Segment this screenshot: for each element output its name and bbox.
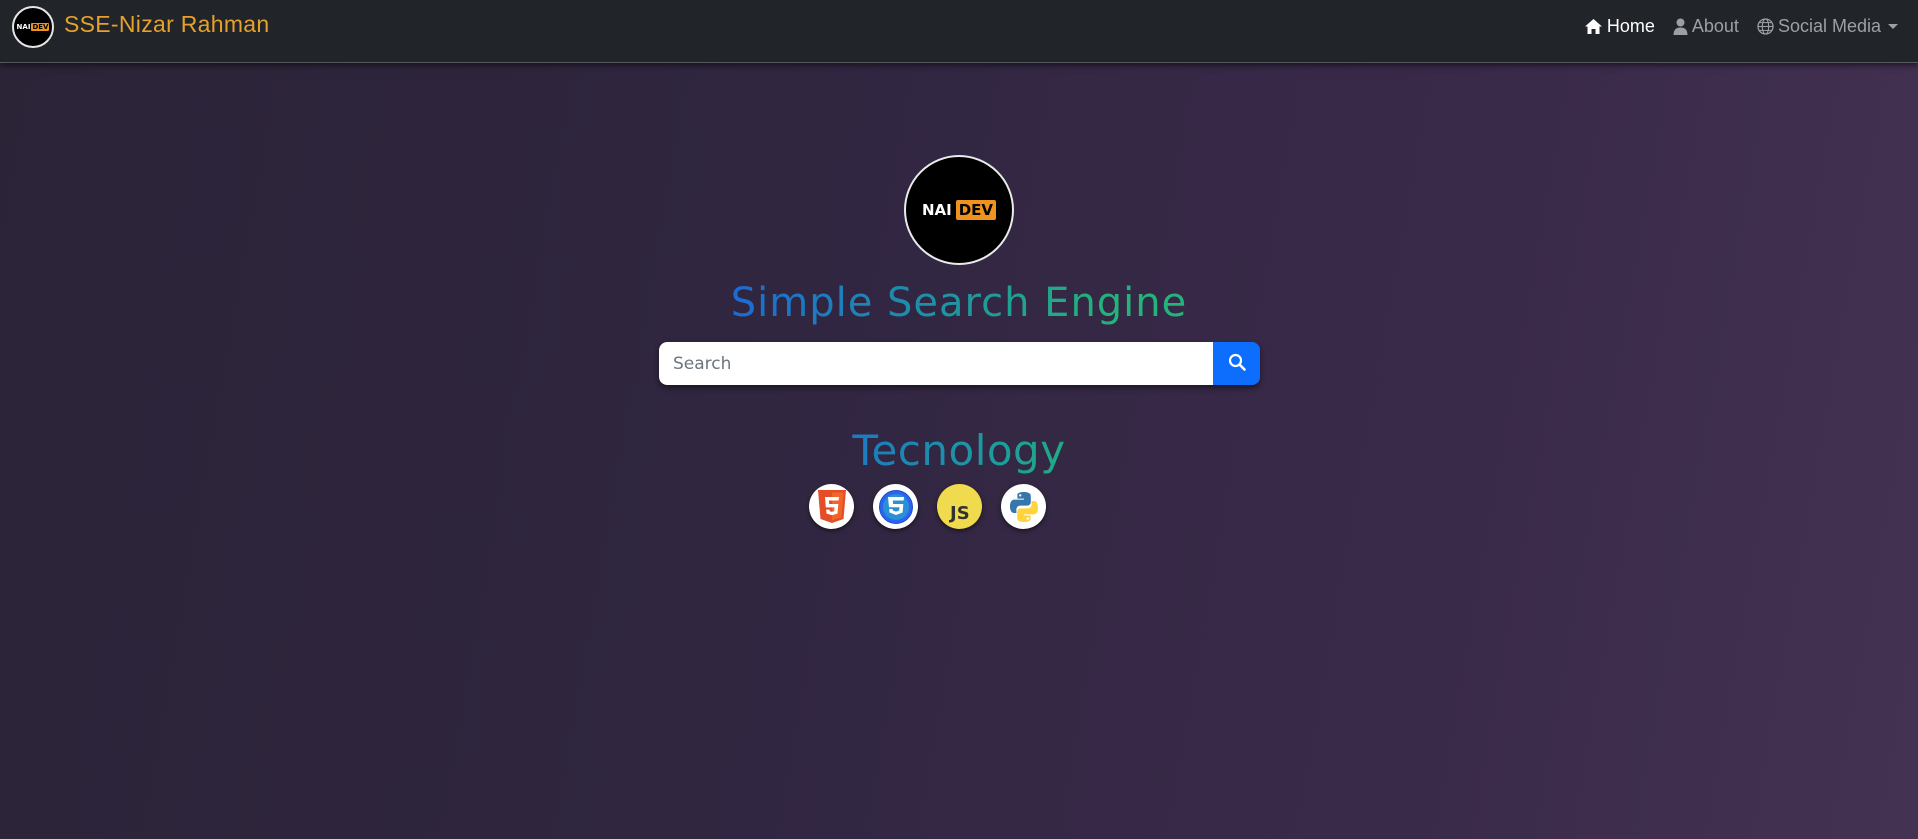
navbar: NAI DEV SSE-Nizar Rahman Home About Socia… [0, 0, 1918, 63]
search-input[interactable] [659, 342, 1213, 385]
hero-logo-dev: DEV [955, 200, 997, 220]
home-icon [1584, 18, 1603, 35]
brand-logo-text: NAI DEV [17, 23, 50, 31]
user-icon [1673, 18, 1688, 35]
search-button[interactable] [1213, 342, 1260, 385]
search-bar [659, 342, 1260, 385]
nav-social-dropdown[interactable]: Social Media [1757, 16, 1898, 37]
chevron-down-icon [1888, 24, 1898, 29]
html5-icon [809, 484, 854, 529]
nav-about-link[interactable]: About [1673, 16, 1739, 37]
tech-icons: JS [809, 484, 1046, 529]
brand-logo[interactable]: NAI DEV [12, 6, 54, 48]
brand-name[interactable]: SSE-Nizar Rahman [64, 11, 269, 38]
nav-links: Home About Social Media [1584, 16, 1898, 37]
js-icon: JS [937, 484, 982, 529]
python-icon [1001, 484, 1046, 529]
nav-about-label: About [1691, 16, 1739, 36]
hero-logo: NAI DEV [904, 155, 1014, 265]
nav-home-label: Home [1606, 16, 1655, 36]
logo-text-nai: NAI [16, 23, 31, 31]
nav-home-link[interactable]: Home [1584, 16, 1655, 37]
css3-icon [873, 484, 918, 529]
nav-social-label: Social Media [1777, 16, 1881, 36]
hero-logo-text: NAI DEV [921, 200, 997, 220]
page-title: Simple Search Engine [0, 280, 1918, 326]
globe-icon [1757, 18, 1774, 35]
hero-logo-nai: NAI [921, 201, 952, 219]
search-icon [1228, 353, 1246, 374]
logo-text-dev: DEV [31, 23, 50, 31]
js-icon-text: JS [948, 503, 970, 524]
tech-title: Tecnology [0, 426, 1918, 475]
